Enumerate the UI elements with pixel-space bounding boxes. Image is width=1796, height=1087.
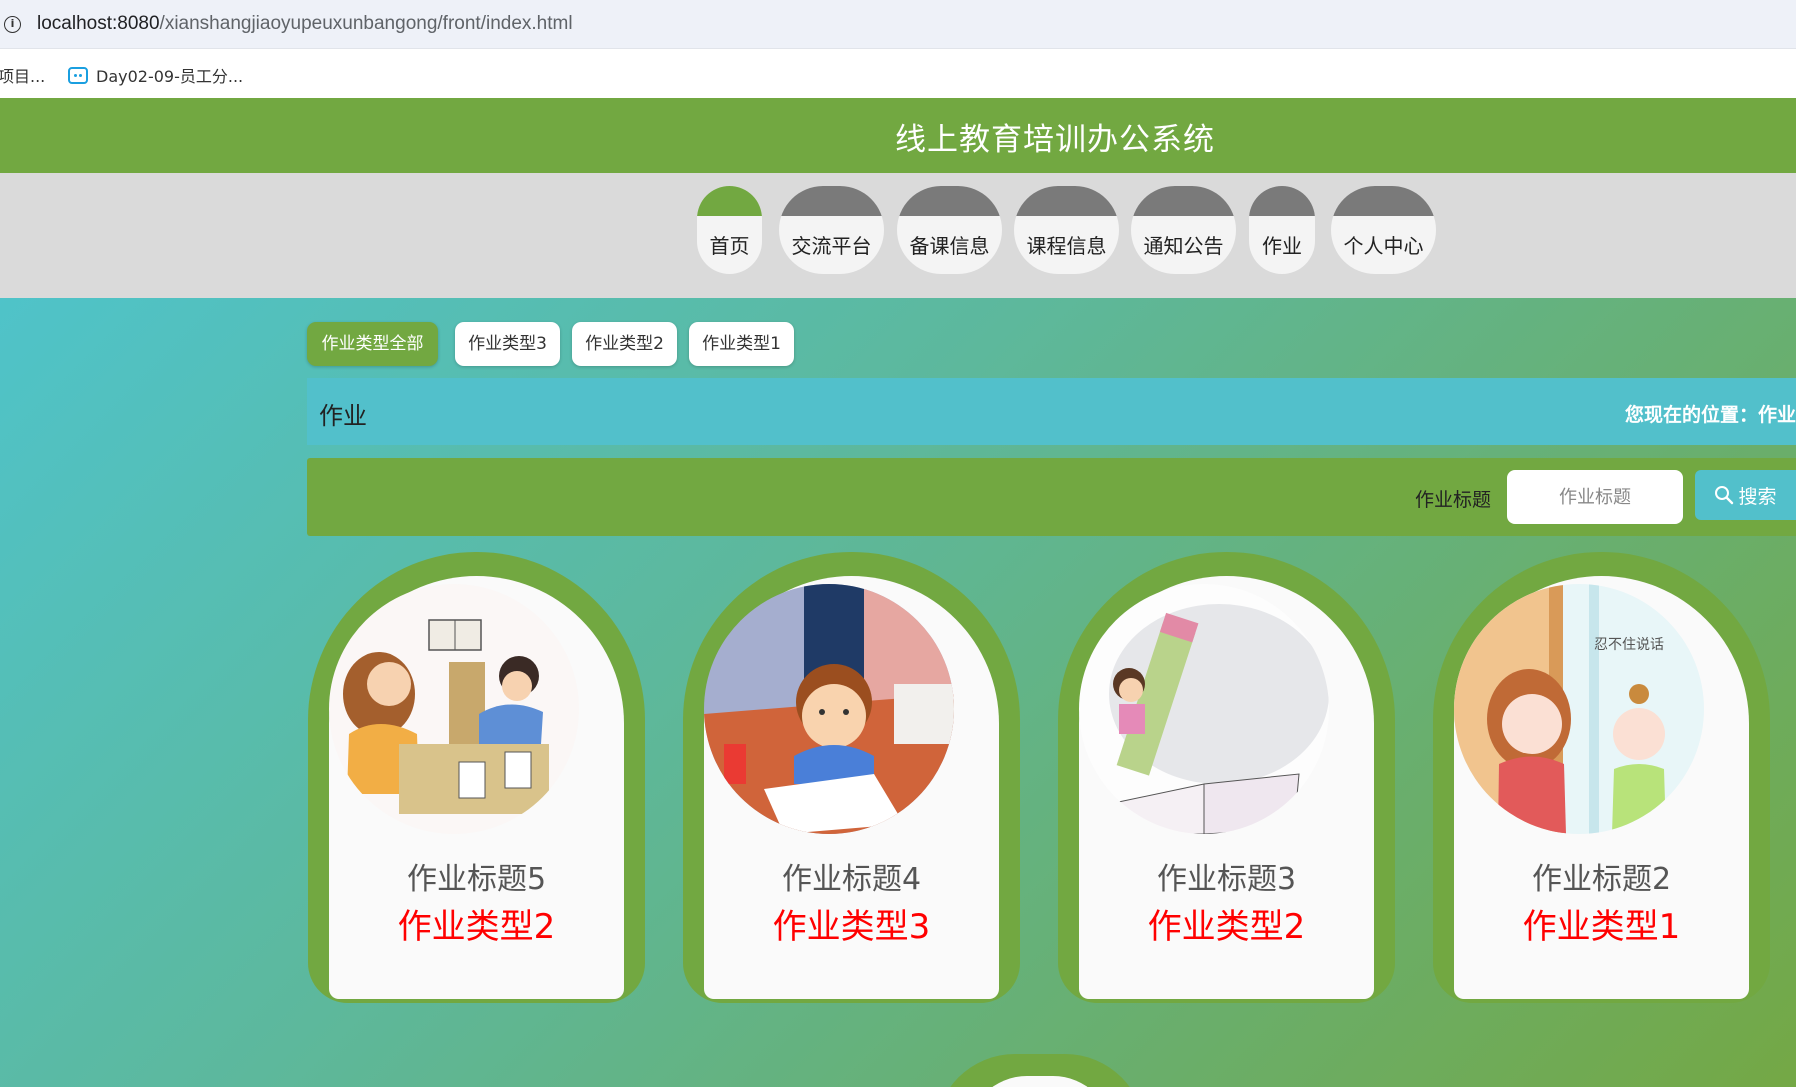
site-header: 线上教育培训办公系统 <box>0 98 1796 173</box>
nav-label: 课程信息 <box>1026 234 1107 258</box>
card-title: 作业标题3 <box>1156 862 1297 897</box>
search-label: 作业标题 <box>1415 489 1492 511</box>
card-body: 作业标题5 作业类型2 <box>329 576 624 999</box>
card-body: 作业标题3 作业类型2 <box>1079 576 1374 999</box>
url-text[interactable]: localhost:8080/xianshangjiaoyupeuxunbang… <box>37 13 573 35</box>
nav-cap <box>779 186 884 216</box>
breadcrumb: 您现在的位置：作业 <box>1624 404 1796 426</box>
nav-label: 交流平台 <box>791 234 872 258</box>
search-button-label: 搜索 <box>1738 485 1777 508</box>
search-icon <box>1715 486 1734 505</box>
browser-address-bar[interactable]: i localhost:8080/xianshangjiaoyupeuxunba… <box>0 0 1796 49</box>
bookmark-label: Day02-09-员工分... <box>96 67 244 86</box>
card-body <box>967 1076 1113 1087</box>
homework-card[interactable]: 忍不住说话 作业标题2 作业类型1 <box>1433 552 1770 1003</box>
nav-item-home[interactable]: 首页 <box>697 186 762 274</box>
card-type: 作业类型2 <box>1147 907 1306 947</box>
url-host: localhost:8080 <box>37 13 160 34</box>
card-image: 忍不住说话 <box>1454 584 1704 834</box>
card-type: 作业类型3 <box>772 907 931 947</box>
nav-item-courses[interactable]: 课程信息 <box>1014 186 1119 274</box>
nav-cap <box>1131 186 1236 216</box>
nav-label: 备课信息 <box>909 234 990 258</box>
bookmarks-bar: 项目... Day02-09-员工分... <box>0 50 1796 97</box>
homework-card-partial[interactable] <box>935 1054 1145 1087</box>
nav-cap <box>1014 186 1119 216</box>
category-button[interactable]: 作业类型2 <box>572 322 677 366</box>
svg-text:忍不住说话: 忍不住说话 <box>1594 637 1664 653</box>
category-button[interactable]: 作业类型1 <box>689 322 794 366</box>
homework-illustration <box>704 584 954 834</box>
homework-illustration: 忍不住说话 <box>1454 584 1704 834</box>
main-nav: 首页 交流平台 备课信息 课程信息 通知公告 作业 个人中心 <box>0 173 1796 298</box>
card-title: 作业标题4 <box>781 862 922 897</box>
bookmark-item[interactable]: Day02-09-员工分... <box>68 63 243 87</box>
main-content: 作业类型全部 作业类型3 作业类型2 作业类型1 作业 您现在的位置：作业 作业… <box>0 298 1796 1087</box>
nav-item-homework[interactable]: 作业 <box>1249 186 1315 274</box>
category-all-button[interactable]: 作业类型全部 <box>307 322 438 366</box>
site-info-icon[interactable]: i <box>4 16 21 33</box>
card-image <box>329 584 579 834</box>
card-title: 作业标题2 <box>1531 862 1672 897</box>
card-image <box>1079 584 1329 834</box>
nav-cap <box>1249 186 1315 216</box>
card-image <box>704 584 954 834</box>
nav-cap <box>1331 186 1436 216</box>
bilibili-icon <box>68 66 88 84</box>
homework-card[interactable]: 作业标题3 作业类型2 <box>1058 552 1395 1003</box>
search-bar: 作业标题 搜索 <box>307 458 1796 536</box>
search-button[interactable]: 搜索 <box>1695 470 1796 520</box>
card-body: 作业标题4 作业类型3 <box>704 576 999 999</box>
card-title: 作业标题5 <box>406 862 547 897</box>
homework-illustration <box>329 584 579 834</box>
card-type: 作业类型2 <box>397 907 556 947</box>
nav-item-forum[interactable]: 交流平台 <box>779 186 884 274</box>
nav-label: 首页 <box>709 234 750 258</box>
site-title: 线上教育培训办公系统 <box>895 122 1215 158</box>
homework-card[interactable]: 作业标题5 作业类型2 <box>308 552 645 1003</box>
page-title: 作业 <box>319 402 367 430</box>
page-title-bar: 作业 您现在的位置：作业 <box>307 378 1796 445</box>
nav-cap <box>897 186 1002 216</box>
nav-label: 作业 <box>1262 234 1302 258</box>
bookmark-item[interactable]: 项目... <box>0 63 45 87</box>
card-type: 作业类型1 <box>1522 907 1681 947</box>
url-path: /xianshangjiaoyupeuxunbangong/front/inde… <box>159 13 573 34</box>
nav-item-profile[interactable]: 个人中心 <box>1331 186 1436 274</box>
category-button[interactable]: 作业类型3 <box>455 322 560 366</box>
homework-illustration <box>1079 584 1329 834</box>
card-body: 忍不住说话 作业标题2 作业类型1 <box>1454 576 1749 999</box>
nav-label: 通知公告 <box>1143 234 1224 258</box>
nav-cap <box>697 186 762 216</box>
homework-card[interactable]: 作业标题4 作业类型3 <box>683 552 1020 1003</box>
nav-label: 个人中心 <box>1343 234 1424 258</box>
nav-item-lesson-prep[interactable]: 备课信息 <box>897 186 1002 274</box>
search-input[interactable] <box>1507 470 1683 524</box>
nav-item-notices[interactable]: 通知公告 <box>1131 186 1236 274</box>
